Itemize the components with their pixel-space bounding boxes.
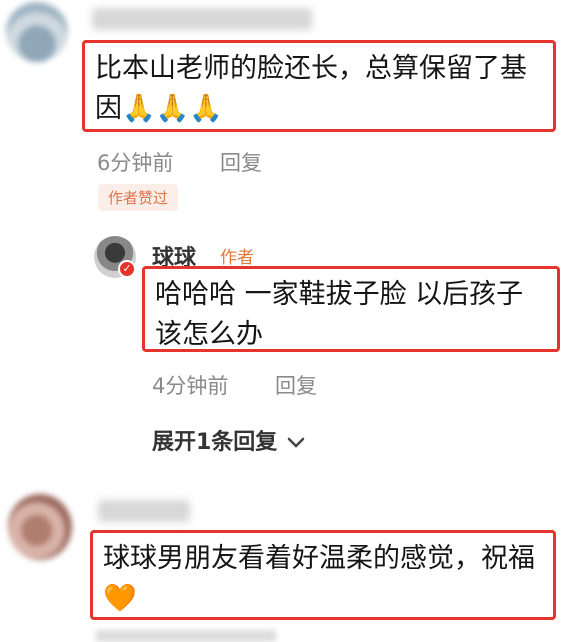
reply-timestamp: 4分钟前 <box>152 374 229 398</box>
comment-meta-cropped <box>96 630 276 642</box>
reply-text-box: 哈哈哈 一家鞋拔子脸 以后孩子该怎么办 <box>142 266 560 352</box>
verified-icon: ✓ <box>118 260 136 278</box>
comment-text-box: 比本山老师的脸还长，总算保留了基因🙏🙏🙏 <box>82 40 556 132</box>
comment-timestamp: 6分钟前 <box>97 151 174 175</box>
expand-replies-button[interactable]: 展开1条回复 <box>152 424 306 456</box>
reply-button[interactable]: 回复 <box>220 147 262 177</box>
commenter-name-blurred[interactable] <box>98 500 190 522</box>
commenter-name-blurred[interactable] <box>92 8 312 30</box>
expand-replies-label: 展开1条回复 <box>152 430 278 455</box>
commenter-avatar[interactable] <box>8 494 72 560</box>
comment-text: 比本山老师的脸还长，总算保留了基因🙏🙏🙏 <box>95 53 527 124</box>
comment-text-box: 球球男朋友看着好温柔的感觉，祝福🧡 <box>90 530 556 620</box>
chevron-down-icon <box>286 435 306 454</box>
author-badge: 作者 <box>220 248 254 268</box>
commenter-avatar[interactable] <box>6 2 68 62</box>
comment-text: 球球男朋友看着好温柔的感觉，祝福🧡 <box>103 543 535 614</box>
reply-reply-button[interactable]: 回复 <box>275 370 317 400</box>
reply-text: 哈哈哈 一家鞋拔子脸 以后孩子该怎么办 <box>155 279 524 350</box>
author-liked-badge: 作者赞过 <box>98 184 179 211</box>
